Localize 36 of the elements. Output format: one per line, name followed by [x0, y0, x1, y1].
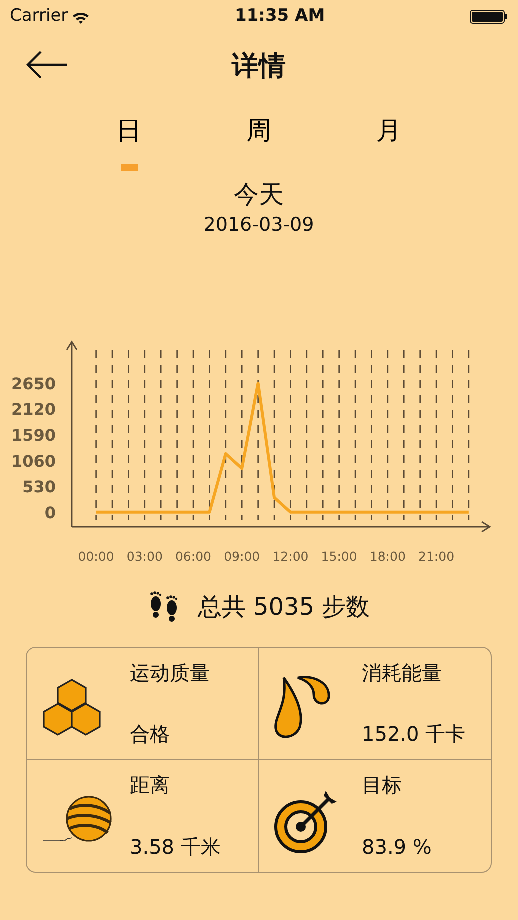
x-tick-label: 15:00 — [321, 548, 358, 564]
y-tick-label: 0 — [44, 502, 56, 522]
total-steps: 总共 5035 步数 — [198, 588, 370, 624]
y-tick-label: 1590 — [11, 425, 56, 444]
x-tick-label: 09:00 — [224, 548, 260, 564]
x-tick-label: 21:00 — [418, 548, 455, 564]
y-tick-label: 530 — [22, 477, 56, 496]
x-tick-label: 00:00 — [78, 548, 114, 564]
honeycomb-icon — [42, 679, 102, 737]
x-tick-label: 18:00 — [370, 548, 406, 564]
period-tab[interactable]: 日 — [64, 112, 194, 170]
period-tab[interactable]: 月 — [324, 112, 454, 170]
stat-value: 合格 — [130, 720, 171, 748]
stat-label: 消耗能量 — [362, 660, 443, 686]
period-tab[interactable]: 周 — [194, 112, 324, 170]
stat-label: 目标 — [362, 772, 403, 798]
period-date: 2016-03-09 — [204, 213, 314, 238]
stat-value: 3.58 千米 — [130, 834, 221, 860]
stat-label: 运动质量 — [130, 660, 210, 686]
drops-icon — [274, 675, 332, 741]
y-tick-label: 2650 — [11, 374, 56, 393]
x-tick-label: 03:00 — [126, 548, 163, 564]
stat-value: 152.0 千卡 — [362, 720, 466, 748]
x-tick-label: 12:00 — [272, 548, 309, 564]
carrier-label: Carrier — [10, 5, 68, 28]
battery-icon — [470, 10, 508, 24]
stat-label: 距离 — [130, 772, 171, 798]
x-tick-label: 06:00 — [176, 548, 212, 564]
stat-value: 83.9 % — [362, 834, 432, 860]
status-time: 11:35 AM — [235, 5, 326, 28]
y-tick-label: 1060 — [11, 451, 56, 470]
back-button[interactable] — [26, 50, 68, 80]
period-title: 今天 — [234, 178, 284, 210]
y-tick-label: 2120 — [11, 400, 56, 419]
page-title: 详情 — [232, 50, 286, 84]
wifi-icon — [72, 10, 90, 24]
